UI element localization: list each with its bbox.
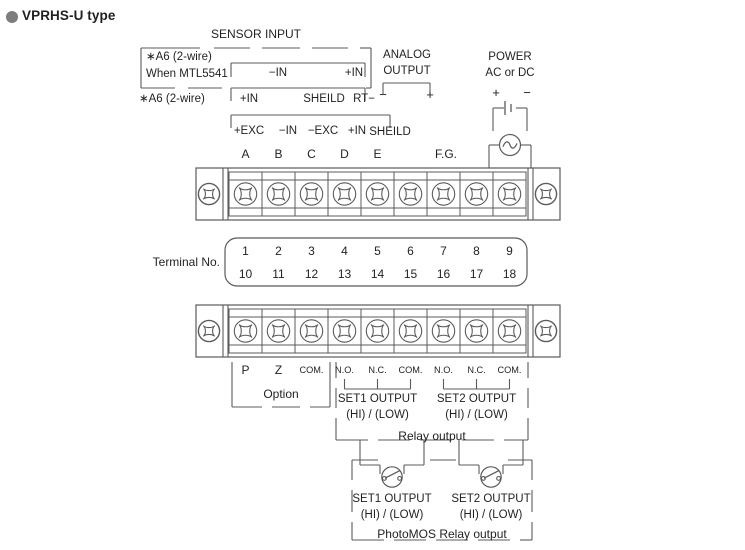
top-block-letter-d: D [340,147,349,161]
phillips-screw-icon [431,319,456,343]
phillips-screw-icon [332,319,357,343]
sensor-row3-term-2: −IN [278,125,298,137]
sensor-row3-term-3: −EXC [307,125,339,137]
phillips-screw-icon [398,319,423,343]
mounting-screw-icon [197,182,221,206]
terminal-no-bottom-12: 12 [304,267,319,281]
photomos-set1-line2: (HI) / (LOW) [360,509,424,521]
mounting-screw-icon [534,319,558,343]
relay-set2-line1: SET2 OUTPUT [436,393,517,405]
relay-output-group-label: Relay output [398,429,466,443]
top-block-letter-e: E [373,147,382,161]
bottom-block-label-com-2: COM. [398,365,423,375]
phillips-screw-icon [431,182,456,206]
power-heading-1: POWER [488,51,532,63]
power-term-plus: + [492,85,500,100]
terminal-no-label: Terminal No. [152,255,220,269]
terminal-no-bottom-10: 10 [238,267,253,281]
top-block-letter-a: A [241,147,250,161]
bottom-block-label-com-1: COM. [299,365,324,375]
phillips-screw-icon [365,182,390,206]
top-block-letter-b: B [274,147,283,161]
bottom-block-label-nc-1: N.C. [368,365,387,375]
bottom-block-label-z: Z [274,363,283,377]
analog-output-term-plus: + [426,87,434,102]
sensor-input-heading: SENSOR INPUT [210,27,302,41]
photomos-group-label: PhotoMOS Relay output [377,527,507,541]
top-block-label-fg: F.G. [434,147,458,161]
phillips-screw-icon [464,182,489,206]
phillips-screw-icon [497,319,522,343]
phillips-screw-icon [299,319,324,343]
terminal-no-top-2: 2 [275,244,282,258]
photomos-wiring [359,440,524,474]
relay-set1-line1: SET1 OUTPUT [337,393,418,405]
terminal-no-bottom-14: 14 [370,267,385,281]
sensor-row3-term-1: +EXC [233,125,265,137]
terminal-no-bottom-16: 16 [436,267,451,281]
diagram-page: VPRHS-U type SENSOR INPUT ∗A6 (2-wire) W… [0,0,745,550]
photomos-set1-line1: SET1 OUTPUT [352,493,432,505]
phillips-screw-icon [299,182,324,206]
ac-source-icon [498,133,522,157]
phillips-screw-icon [233,182,258,206]
top-block-letter-c: C [307,147,316,161]
relay-set2-line2: (HI) / (LOW) [445,409,508,421]
phillips-screw-icon [464,319,489,343]
mounting-screw-icon [197,319,221,343]
sensor-row1-term-1: −IN [268,67,288,79]
bottom-block-label-nc-2: N.C. [467,365,486,375]
power-dc-circuit [492,101,528,131]
terminal-no-top-9: 9 [506,244,513,258]
terminal-no-bottom-13: 13 [337,267,352,281]
mounting-screw-icon [534,182,558,206]
terminal-no-top-7: 7 [440,244,447,258]
phillips-screw-icon [266,319,291,343]
terminal-no-top-8: 8 [473,244,480,258]
photomos-set2-line2: (HI) / (LOW) [459,509,523,521]
sensor-row1-term-2: +IN [344,67,364,79]
phillips-screw-icon [497,182,522,206]
sensor-row3-term-5: SHEILD [369,126,411,138]
terminal-no-top-4: 4 [341,244,348,258]
terminal-no-bottom-18: 18 [502,267,517,281]
terminal-no-top-5: 5 [374,244,381,258]
bottom-block-label-no-1: N.O. [335,365,354,375]
relay-set1-line2: (HI) / (LOW) [346,409,409,421]
terminal-no-bottom-17: 17 [469,267,484,281]
analog-output-bracket [382,82,431,94]
option-group-label: Option [263,387,299,401]
terminal-no-bottom-15: 15 [403,267,418,281]
sensor-row3-term-4: +IN [347,125,367,137]
analog-output-heading-2: OUTPUT [383,65,431,77]
sensor-row2-term-1: +IN [239,93,259,105]
sensor-note-line1: ∗A6 (2-wire) [146,51,212,63]
analog-output-heading-1: ANALOG [383,49,431,61]
phillips-screw-icon [233,319,258,343]
phillips-screw-icon [365,319,390,343]
sensor-row2-term-2: SHEILD [303,93,345,105]
analog-output-term-minus: − [379,87,387,102]
terminal-no-bottom-11: 11 [272,267,285,281]
photomos-set2-line1: SET2 OUTPUT [451,493,531,505]
terminal-no-top-6: 6 [407,244,414,258]
sensor-note-line2: When MTL5541 [146,68,228,80]
bottom-block-label-p: P [241,363,250,377]
photomos-switch-icon [480,466,502,488]
sensor-row2-term-3: RT− [353,93,375,105]
terminal-no-top-3: 3 [308,244,315,258]
sensor-note-row2: ∗A6 (2-wire) [139,93,205,105]
bottom-block-label-com-3: COM. [497,365,522,375]
phillips-screw-icon [266,182,291,206]
relay-set2-bracket [442,379,511,390]
power-heading-2: AC or DC [485,67,535,79]
relay-set1-bracket [343,379,412,390]
photomos-switch-icon [381,466,403,488]
phillips-screw-icon [398,182,423,206]
phillips-screw-icon [332,182,357,206]
terminal-no-top-1: 1 [242,244,249,258]
power-term-minus: − [523,85,531,100]
bottom-block-label-no-2: N.O. [434,365,453,375]
